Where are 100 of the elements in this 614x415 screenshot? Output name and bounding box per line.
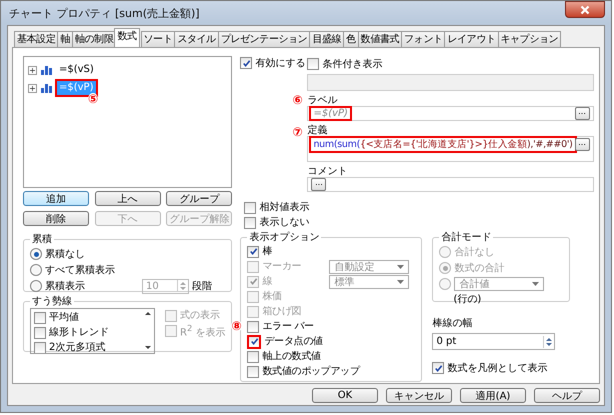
unit-label: 段階	[192, 280, 212, 294]
group-title: 表示オプション	[248, 230, 320, 244]
tab[interactable]: 軸	[57, 31, 74, 47]
checkbox[interactable]	[432, 362, 444, 374]
tab[interactable]: ソート	[140, 31, 176, 47]
checkbox-label: 有効にする	[255, 56, 306, 70]
checkbox-label: データ点の値	[264, 334, 324, 349]
expression-item[interactable]: =$(vS)	[57, 63, 96, 77]
checkbox-label: R$^{2}$ を表示	[180, 322, 226, 340]
tab[interactable]: 数式	[114, 28, 140, 47]
callout-number: ⑥	[292, 94, 303, 106]
code-token: {<支店名={'北海道支店'}>}仕入金額	[360, 139, 527, 150]
checkbox[interactable]	[240, 57, 252, 69]
tab[interactable]: プレゼンテーション	[218, 31, 310, 47]
tab[interactable]: フォント	[401, 31, 446, 47]
expand-icon[interactable]: +	[28, 66, 37, 74]
checkbox[interactable]	[34, 312, 46, 324]
checkbox[interactable]	[247, 334, 262, 348]
radio-label: 合計なし	[454, 246, 494, 260]
radio-label: 累積なし	[45, 248, 85, 262]
close-icon[interactable]	[565, 1, 605, 18]
radio-label: 数式の合計	[454, 262, 504, 276]
bar-chart-icon	[41, 83, 53, 93]
checkbox[interactable]	[34, 342, 46, 353]
checkbox[interactable]	[244, 202, 256, 214]
checkbox-label: マーカー	[262, 260, 302, 274]
button[interactable]: 上へ	[94, 191, 161, 206]
group-title: 合計モード	[440, 230, 492, 244]
check-icon	[250, 337, 259, 346]
bar-chart-icon	[41, 65, 53, 75]
bar-width-field[interactable]: 0 pt	[432, 333, 556, 350]
check-icon	[242, 58, 251, 68]
checkbox[interactable]	[244, 216, 256, 228]
ellipsis-button[interactable]: ...	[311, 178, 326, 191]
checkbox[interactable]	[247, 366, 260, 378]
checkbox-label: 条件付き表示	[322, 58, 382, 72]
button[interactable]: 追加	[23, 191, 89, 206]
condition-field[interactable]	[307, 74, 594, 91]
group-title: すう勢線	[31, 294, 73, 308]
comment-field[interactable]: ...	[307, 177, 594, 192]
checkbox-label: 線	[262, 275, 274, 289]
window-title: チャート プロパティ [sum(売上金額)]	[8, 6, 200, 20]
dropdown-arrow-icon[interactable]	[397, 280, 404, 284]
button[interactable]: グループ	[166, 191, 232, 206]
checkbox-label: 相対値表示	[259, 200, 310, 215]
checkbox-label: 棒	[262, 244, 274, 259]
button[interactable]: キャンセル	[386, 388, 452, 403]
ellipsis-button[interactable]: ...	[574, 107, 590, 120]
tab[interactable]: 数値書式	[358, 31, 402, 47]
check-icon	[248, 277, 258, 286]
callout-number: ⑦	[292, 126, 303, 138]
radio-button[interactable]	[30, 248, 42, 260]
checkbox-label: 箱ひげ図	[262, 305, 302, 319]
callout-number: ⑧	[231, 320, 242, 332]
field-label: 棒線の幅	[432, 316, 474, 331]
callout-number: ⑤	[88, 93, 98, 105]
checkbox-label: 株価	[262, 290, 283, 304]
dropdown-arrow-icon[interactable]	[397, 264, 404, 268]
radio-label: すべて累積表示	[45, 264, 115, 278]
checkbox-label: 軸上の数式値	[262, 350, 322, 364]
tab[interactable]: 基本設定	[14, 31, 58, 47]
checkbox-label: 2次元多項式	[49, 340, 106, 353]
radio-button[interactable]	[30, 264, 42, 276]
ellipsis-button[interactable]: ...	[574, 138, 590, 151]
dropdown-arrow-icon[interactable]	[532, 282, 540, 286]
checkbox-label: 平均値	[49, 311, 79, 325]
checkbox[interactable]	[247, 246, 260, 258]
radio-label: 累積表示	[45, 280, 85, 294]
check-icon	[434, 364, 443, 372]
radio-button[interactable]	[30, 280, 42, 292]
check-icon	[248, 247, 258, 256]
checkbox-label: 数式を凡例として表示	[447, 362, 548, 376]
tab[interactable]: スタイル	[174, 31, 219, 47]
button[interactable]: 適用(A)	[460, 388, 526, 403]
tab[interactable]: 目盛線	[309, 31, 344, 47]
tab[interactable]: 軸の制限	[72, 31, 116, 47]
code-token: ),'#,##0')	[526, 139, 573, 150]
checkbox-label: エラー バー	[262, 320, 315, 334]
label-field[interactable]: =$(vP) ...	[307, 106, 594, 121]
button[interactable]: OK	[312, 388, 378, 403]
group-title: 累積	[31, 232, 53, 246]
button[interactable]: ヘルプ	[534, 388, 600, 403]
expand-icon[interactable]: +	[28, 84, 37, 92]
checkbox[interactable]	[247, 320, 260, 332]
note-text: (行の)	[452, 293, 482, 307]
spinner-icon[interactable]	[543, 336, 554, 348]
label-value: =$(vP)	[311, 108, 350, 119]
checkbox[interactable]	[247, 350, 260, 362]
tab[interactable]: キャプション	[498, 31, 562, 47]
tab[interactable]: レイアウト	[444, 31, 498, 47]
spinner-icon[interactable]	[177, 280, 188, 292]
checkbox[interactable]	[307, 58, 320, 70]
checkbox-label: 線形トレンド	[49, 326, 109, 340]
checkbox-label: 式の表示	[180, 308, 220, 323]
tab[interactable]: 色	[343, 31, 359, 47]
definition-field[interactable]: num(sum({<支店名={'北海道支店'}>}仕入金額),'#,##0') ...	[307, 136, 594, 162]
checkbox[interactable]	[34, 326, 46, 338]
checkbox-label: 表示しない	[259, 216, 310, 230]
field-label: コメント	[307, 165, 348, 179]
button[interactable]: 削除	[23, 211, 89, 226]
